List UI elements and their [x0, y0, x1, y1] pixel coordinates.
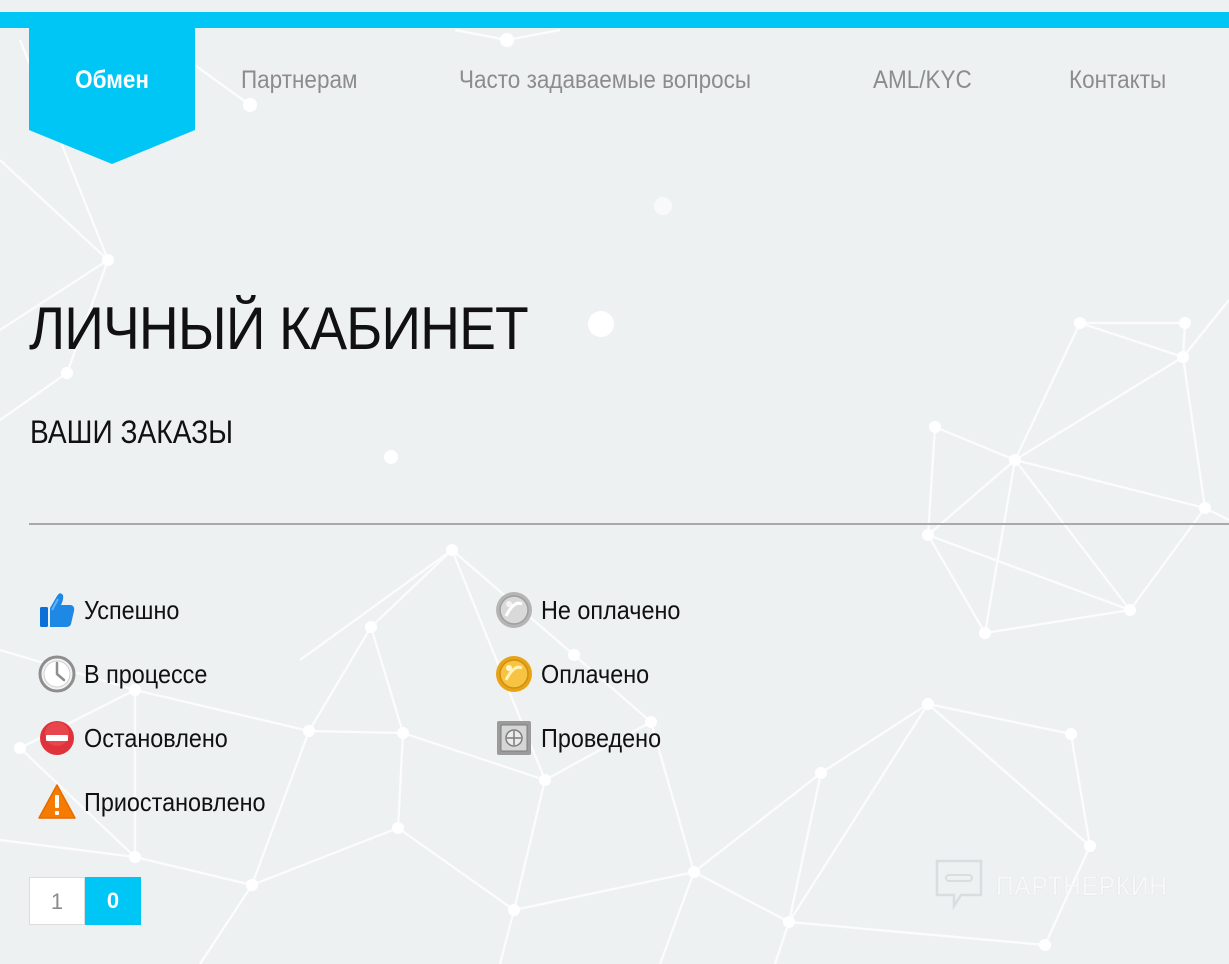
legend-label: В процессе [84, 658, 208, 689]
page-button-current[interactable]: 0 [85, 877, 141, 925]
nav-item-label: Обмен [75, 66, 149, 94]
nav-item-partners[interactable]: Партнерам [241, 28, 357, 130]
chat-bubble-icon [934, 858, 984, 915]
stop-icon [37, 718, 77, 758]
legend-label: Приостановлено [84, 786, 266, 817]
legend-item-completed: Проведено [494, 716, 674, 760]
silver-coin-icon [494, 590, 534, 630]
legend-label: Успешно [84, 594, 180, 625]
legend-label: Оплачено [541, 658, 650, 689]
watermark-text: ПАРТНЕРКИН [996, 871, 1168, 901]
thumbs-up-icon [37, 590, 77, 630]
pagination: 1 0 [29, 877, 141, 925]
legend-item-in-progress: В процессе [37, 652, 221, 696]
legend-item-success: Успешно [37, 588, 190, 632]
legend-item-suspended: Приостановлено [37, 780, 286, 824]
page-button-1[interactable]: 1 [29, 877, 85, 925]
watermark: ПАРТНЕРКИН [934, 858, 1187, 915]
legend-label: Проведено [541, 722, 662, 753]
section-title: ВАШИ ЗАКАЗЫ [30, 414, 234, 450]
nav-item-aml-kyc[interactable]: AML/KYC [873, 28, 972, 130]
gold-coin-icon [494, 654, 534, 694]
nav-item-contacts[interactable]: Контакты [1069, 28, 1166, 130]
main-nav: Обмен Партнерам Часто задаваемые вопросы… [0, 28, 1229, 168]
legend-label: Не оплачено [541, 594, 681, 625]
warning-icon [37, 782, 77, 822]
legend-item-stopped: Остановлено [37, 716, 244, 760]
divider [29, 523, 1229, 525]
nav-item-exchange[interactable]: Обмен [29, 28, 195, 130]
active-tab-pointer [29, 130, 195, 164]
top-accent-bar [0, 12, 1229, 28]
legend-item-unpaid: Не оплачено [494, 588, 696, 632]
safe-icon [494, 718, 534, 758]
nav-item-faq[interactable]: Часто задаваемые вопросы [459, 28, 751, 130]
clock-icon [37, 654, 77, 694]
legend-label: Остановлено [84, 722, 228, 753]
page-title: ЛИЧНЫЙ КАБИНЕТ [29, 295, 529, 362]
legend-item-paid: Оплачено [494, 652, 661, 696]
